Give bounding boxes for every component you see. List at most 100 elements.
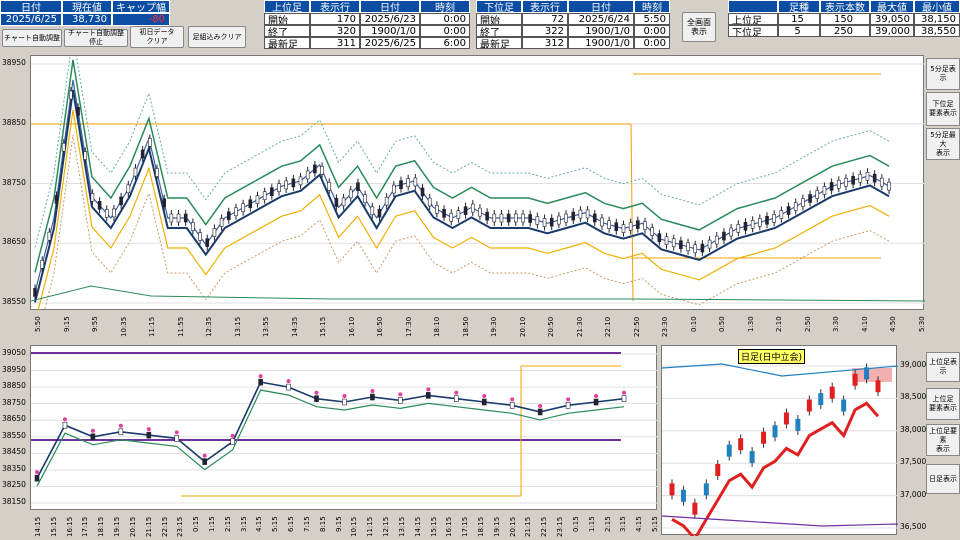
candle-body	[205, 238, 210, 247]
x-tick-label: 17:15	[81, 516, 90, 537]
lower-row-latest-date: 1900/1/0	[568, 37, 634, 49]
signal-dot	[398, 392, 403, 397]
candle-body	[865, 171, 870, 181]
signal-dot	[258, 374, 263, 379]
lower-row-start-count[interactable]: 72	[522, 13, 568, 25]
candle-body	[463, 206, 468, 216]
side-daily-button[interactable]: 日足表示	[926, 464, 960, 494]
upper-timeframe-chart[interactable]	[30, 345, 658, 510]
candle-body	[234, 207, 238, 217]
init-data-clear-button[interactable]: 初日データ クリア	[130, 26, 184, 48]
current-price-header: 現在値	[62, 0, 112, 13]
candle-body	[69, 90, 73, 100]
y-tick-label: 38750	[2, 397, 26, 407]
side-lower-elements-button[interactable]: 下位足 要素表示	[926, 92, 960, 126]
x-tick-label: 9:55	[91, 316, 100, 332]
signal-dot	[35, 470, 39, 475]
lower-row-end-time[interactable]: 0:00	[634, 25, 670, 37]
lower-row-start-date[interactable]: 2025/6/24	[568, 13, 634, 25]
upper-row-start-label: 開始	[264, 13, 310, 25]
candle-body	[772, 213, 776, 223]
candle-body	[657, 233, 662, 242]
chart-auto-adjust-button[interactable]: チャート自動調整	[2, 29, 62, 47]
candle-body	[481, 398, 487, 406]
summary-header-kind: 足種	[778, 0, 820, 13]
lower-timeframe-chart[interactable]	[30, 55, 925, 311]
candle-body	[680, 489, 686, 502]
side-5min-max-button[interactable]: 5分足最大 表示	[926, 128, 960, 160]
candle-body	[47, 231, 52, 241]
x-tick-label: 2:50	[803, 316, 812, 332]
candle-body	[664, 236, 669, 246]
lower-row-start-time[interactable]: 5:50	[634, 13, 670, 25]
candle-body	[686, 242, 690, 252]
candle-body	[592, 213, 597, 223]
upper-row-start-time[interactable]: 0:00	[420, 13, 470, 25]
y-tick-label: 37,000	[900, 489, 927, 499]
daily-chart[interactable]: 日足(日中立会)	[661, 345, 898, 536]
candle-body	[786, 206, 791, 215]
side-upper-elements-button[interactable]: 上位足 要素表示	[926, 388, 960, 420]
summary-header-disp: 表示本数	[820, 0, 870, 13]
daily-chart-svg	[662, 363, 898, 536]
upper-row-start-date[interactable]: 2025/6/23	[360, 13, 420, 25]
upper-row-end-count[interactable]: 320	[310, 25, 360, 37]
candle-body	[54, 195, 59, 204]
candle-body	[277, 183, 281, 192]
candle-body	[806, 399, 812, 412]
y-tick-label: 38550	[2, 430, 26, 440]
upper-row-end-time[interactable]: 0:00	[420, 25, 470, 37]
y-tick-label: 38850	[2, 381, 26, 391]
chart-auto-adjust-stop-button[interactable]: チャート自動調整停止	[64, 29, 128, 47]
summary-lower-kind[interactable]: 5	[778, 25, 820, 37]
summary-upper-disp[interactable]: 150	[820, 13, 870, 25]
candle-body	[700, 243, 705, 253]
signal-dot	[482, 394, 487, 399]
x-tick-label: 15:15	[49, 516, 58, 537]
x-tick-label: 2:15	[223, 516, 232, 532]
candle-body	[858, 173, 863, 183]
lower-row-end-date[interactable]: 1900/1/0	[568, 25, 634, 37]
candle-body	[499, 213, 504, 223]
x-tick-label: 2:15	[603, 516, 612, 532]
side-5min-button[interactable]: 5分足表示	[926, 58, 960, 90]
summary-lower-disp[interactable]: 250	[820, 25, 870, 37]
x-tick-label: 5:30	[918, 316, 926, 332]
x-tick-label: 4:50	[889, 316, 898, 332]
upper-row-start-count[interactable]: 170	[310, 13, 360, 25]
indicator-line	[31, 285, 925, 302]
x-tick-label: 11:15	[366, 516, 375, 537]
candle-body	[341, 197, 346, 207]
lower-row-latest-label: 最新足	[476, 37, 522, 49]
x-tick-label: 3:15	[619, 516, 628, 532]
signal-dot	[426, 387, 431, 392]
daily-chart-y-axis: 39,000 38,500 38,000 37,500 37,000 36,500	[898, 345, 926, 535]
candle-body	[420, 187, 425, 197]
summary-lower-min: 38,550	[914, 25, 960, 37]
y-tick-label: 37,500	[900, 457, 927, 467]
x-tick-label: 4:15	[255, 516, 264, 532]
upper-row-end-date[interactable]: 1900/1/0	[360, 25, 420, 37]
chart-recalc-button[interactable]: 足組込みクリア	[188, 26, 246, 48]
candle-body	[565, 402, 571, 409]
x-tick-label: 13:15	[233, 316, 242, 337]
fullscreen-button[interactable]: 全画面 表示	[682, 12, 716, 42]
signal-dot	[622, 390, 626, 395]
summary-upper-kind[interactable]: 15	[778, 13, 820, 25]
side-upper-elements2-button[interactable]: 上位足要素 表示	[926, 424, 960, 456]
candle-body	[679, 240, 683, 250]
y-tick-label: 38650	[2, 237, 26, 247]
date-header: 日付	[0, 0, 62, 13]
summary-lower-label: 下位足	[728, 25, 778, 37]
summary-upper-min: 38,150	[914, 13, 960, 25]
candle-body	[97, 201, 102, 210]
candle-body	[535, 216, 540, 225]
x-tick-label: 15:15	[429, 516, 438, 537]
lower-row-end-count[interactable]: 322	[522, 25, 568, 37]
x-tick-label: 20:15	[128, 516, 137, 537]
upper-row-latest-date: 2025/6/25	[360, 37, 420, 49]
x-tick-label: 22:50	[632, 316, 641, 337]
side-upper-display-button[interactable]: 上位足表示	[926, 352, 960, 382]
x-tick-label: 18:15	[476, 516, 485, 537]
candle-body	[406, 178, 410, 187]
